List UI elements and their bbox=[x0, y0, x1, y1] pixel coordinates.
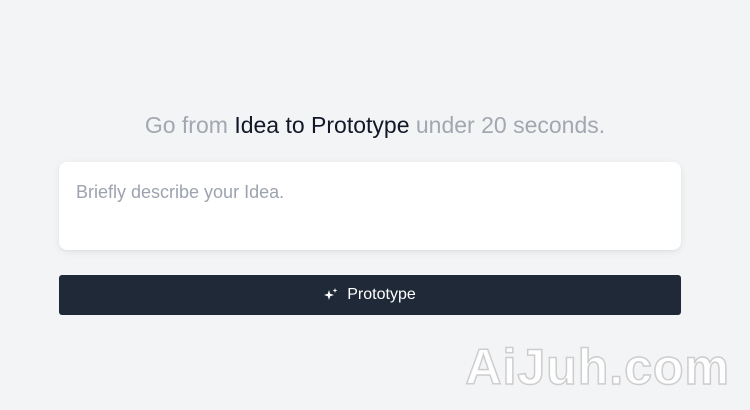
prototype-button-label: Prototype bbox=[347, 286, 416, 303]
headline-suffix: under 20 seconds. bbox=[409, 112, 606, 138]
headline: Go from Idea to Prototype under 20 secon… bbox=[0, 110, 750, 140]
watermark-logo: AiJuh.com bbox=[465, 338, 730, 396]
prototype-button[interactable]: Prototype bbox=[59, 275, 681, 315]
idea-input[interactable] bbox=[59, 162, 681, 250]
idea-input-card bbox=[59, 162, 681, 250]
headline-prefix: Go from bbox=[144, 112, 235, 138]
headline-highlight: Idea to Prototype bbox=[234, 112, 410, 138]
sparkles-icon bbox=[324, 288, 338, 302]
